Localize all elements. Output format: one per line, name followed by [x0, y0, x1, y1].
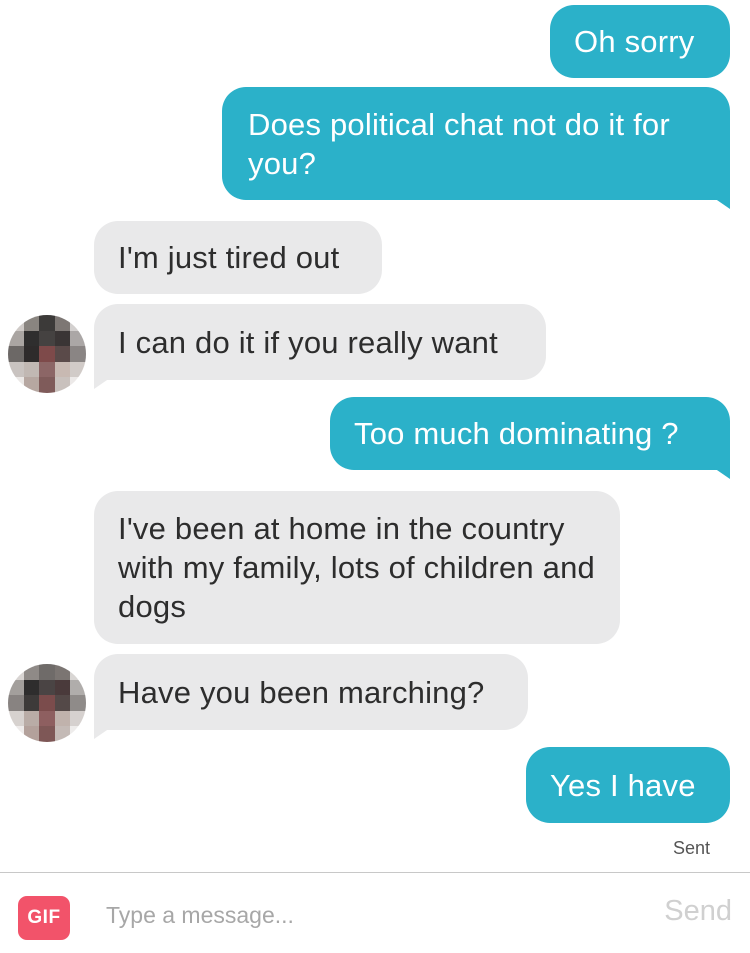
message-text: Yes I have: [550, 768, 696, 803]
message-input[interactable]: [96, 893, 636, 937]
send-button[interactable]: Send: [664, 895, 732, 928]
outgoing-message[interactable]: Too much dominating ?: [330, 397, 730, 479]
message-text: Too much dominating ?: [354, 416, 679, 451]
contact-avatar[interactable]: [8, 664, 86, 742]
message-text: Oh sorry: [574, 24, 695, 59]
message-text: Does political chat not do it for you?: [248, 107, 670, 181]
outgoing-message[interactable]: Oh sorry: [550, 5, 730, 78]
outgoing-message[interactable]: Yes I have: [526, 747, 730, 823]
delivery-status: Sent: [672, 838, 710, 858]
message-text: I've been at home in the country with my…: [118, 511, 595, 624]
gif-label: GIF: [27, 907, 61, 928]
message-text: I'm just tired out: [118, 240, 340, 275]
message-text: Have you been marching?: [118, 675, 485, 710]
incoming-message[interactable]: I can do it if you really want: [94, 304, 546, 389]
incoming-message[interactable]: I've been at home in the country with my…: [94, 491, 620, 644]
incoming-message[interactable]: Have you been marching?: [94, 654, 528, 739]
contact-avatar[interactable]: [8, 315, 86, 393]
message-composer: GIF Send: [0, 873, 750, 953]
outgoing-message[interactable]: Does political chat not do it for you?: [222, 87, 730, 209]
message-text: I can do it if you really want: [118, 325, 498, 360]
message-thread[interactable]: Oh sorry Does political chat not do it f…: [0, 0, 750, 872]
gif-button[interactable]: GIF: [18, 896, 70, 940]
incoming-message[interactable]: I'm just tired out: [94, 221, 382, 294]
